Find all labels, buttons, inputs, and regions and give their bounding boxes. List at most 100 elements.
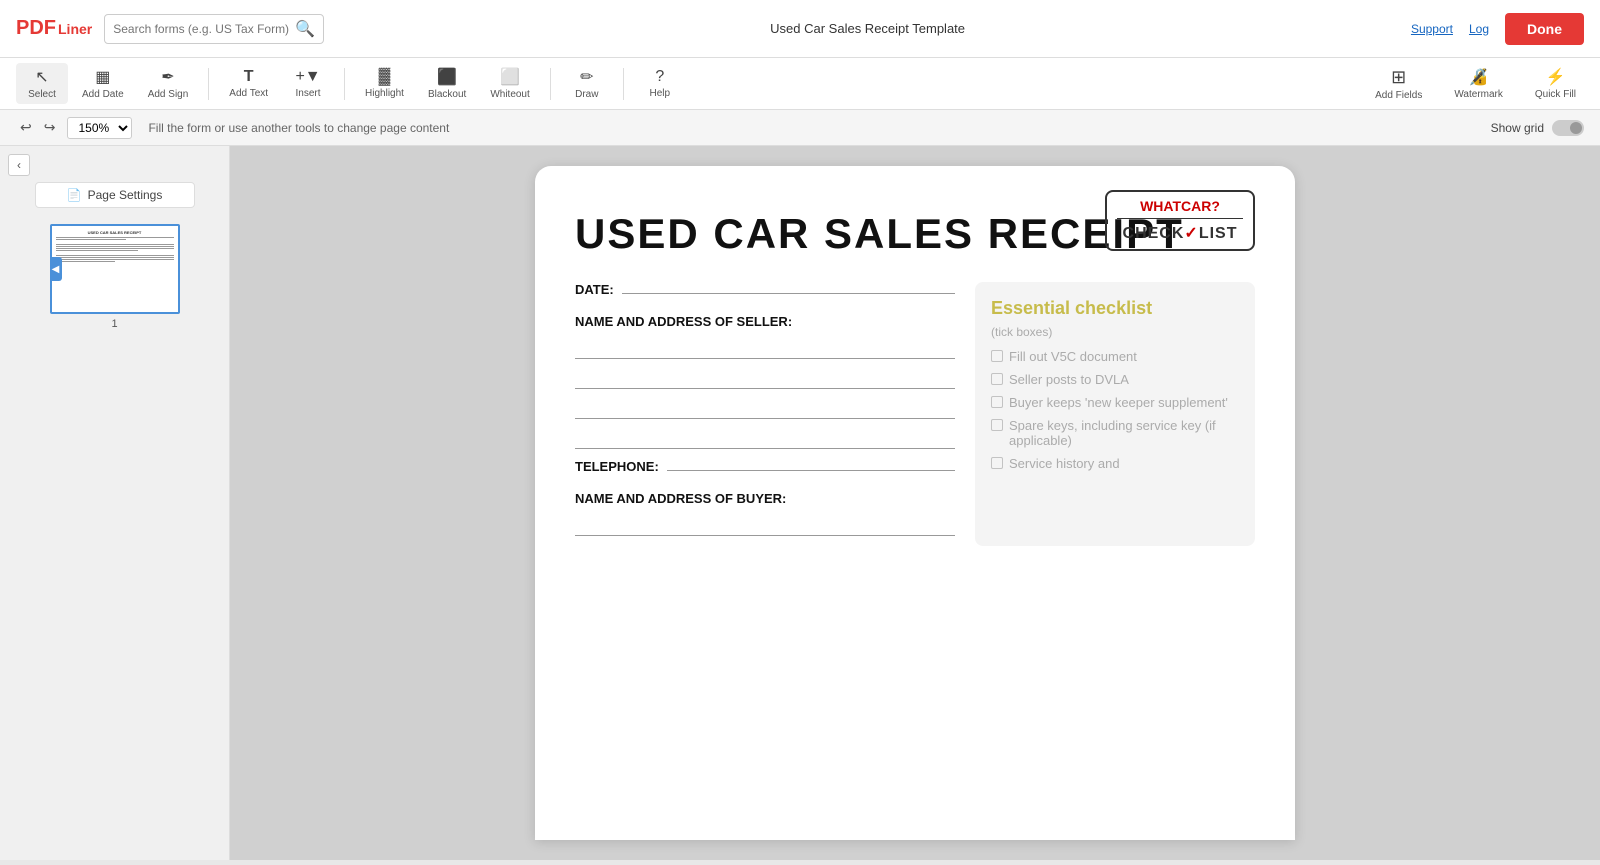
doc-body: Date: NAME AND ADDRESS OF SELLER: Telep [575,282,1255,546]
checklist-item-4-text: Spare keys, including service key (if ap… [1009,418,1239,448]
whatcar-bottom: CHECK✓LIST [1117,218,1243,243]
telephone-line [667,470,955,471]
support-link[interactable]: Support [1411,22,1453,36]
done-button[interactable]: Done [1505,13,1584,45]
checklist-title: Essential checklist [991,298,1239,319]
doc-page: WHATCAR? CHECK✓LIST USED CAR SALES RECEI… [535,166,1295,840]
buyer-line-1 [575,516,955,536]
tool-quick-fill-label: Quick Fill [1535,89,1576,100]
telephone-field-row: Telephone: [575,459,955,474]
checklist-item-4: Spare keys, including service key (if ap… [991,418,1239,448]
tool-blackout[interactable]: ⬛ Blackout [418,63,476,104]
seller-line-4 [575,429,955,449]
date-field-row: Date: [575,282,955,297]
toolbar: ↖ Select ▦ Add Date ✒ Add Sign T Add Tex… [0,58,1600,110]
cursor-icon: ↖ [35,67,48,87]
doc-left: Date: NAME AND ADDRESS OF SELLER: Telep [575,282,975,546]
search-box[interactable]: 🔍 [104,14,324,44]
page-number: 1 [111,318,117,330]
tool-add-date[interactable]: ▦ Add Date [72,63,134,104]
buyer-section: NAME AND ADDRESS OF BUYER: [575,490,955,508]
zoom-select[interactable]: 150% 100% 75% 50% [67,117,132,139]
topbar: PDF Liner 🔍 Used Car Sales Receipt Templ… [0,0,1600,58]
page-settings-tab[interactable]: 📄 Page Settings [35,182,195,208]
tool-draw-label: Draw [575,89,598,100]
text-icon: T [244,68,254,86]
checklist-item-5-text: Service history and [1009,456,1120,471]
tool-select[interactable]: ↖ Select [16,63,68,104]
checkbox-1 [991,350,1003,362]
tool-add-text[interactable]: T Add Text [219,64,278,103]
tool-select-label: Select [28,89,56,100]
logo: PDF Liner [16,17,92,40]
hint-text: Fill the form or use another tools to ch… [148,121,449,135]
show-grid-label: Show grid [1491,121,1544,135]
sidebar-arrow[interactable]: ◀ [50,257,62,281]
tool-highlight[interactable]: ▓ Highlight [355,64,414,103]
blackout-icon: ⬛ [437,67,457,87]
page-thumbnail[interactable]: USED CAR SALES RECEIPT [50,224,180,314]
undo-button[interactable]: ↩ [16,117,36,138]
watermark-icon: 🔏 [1469,67,1489,87]
tool-whiteout-label: Whiteout [490,89,529,100]
draw-icon: ✏ [580,67,593,87]
checklist-subtitle: (tick boxes) [991,325,1239,339]
date-line [622,293,955,294]
page-settings-icon: 📄 [67,188,82,202]
tool-draw[interactable]: ✏ Draw [561,63,613,104]
checklist-panel: Essential checklist (tick boxes) Fill ou… [975,282,1255,546]
checklist-item-1-text: Fill out V5C document [1009,349,1137,364]
tool-watermark[interactable]: 🔏 Watermark [1446,63,1511,104]
checklist-item-2-text: Seller posts to DVLA [1009,372,1129,387]
tool-insert-label: Insert [296,88,321,99]
tool-blackout-label: Blackout [428,89,466,100]
checklist-item-3: Buyer keeps 'new keeper supplement' [991,395,1239,410]
grid-toggle[interactable] [1552,120,1584,136]
checklist-item-1: Fill out V5C document [991,349,1239,364]
toolbar-separator-3 [550,68,551,100]
main: ‹ 📄 Page Settings USED CAR SALES RECEIPT [0,146,1600,860]
tool-whiteout[interactable]: ⬜ Whiteout [480,63,539,104]
insert-icon: +▼ [295,68,320,86]
sidebar: ‹ 📄 Page Settings USED CAR SALES RECEIPT [0,146,230,860]
whatcar-logo: WHATCAR? CHECK✓LIST [1105,190,1255,251]
checklist-item-5: Service history and [991,456,1239,471]
toggle-knob [1570,122,1582,134]
doc-title: Used Car Sales Receipt Template [336,21,1399,36]
tool-add-sign-label: Add Sign [148,89,189,100]
telephone-label: Telephone: [575,459,659,474]
search-icon: 🔍 [295,19,315,39]
tool-add-fields[interactable]: ⊞ Add Fields [1367,63,1430,105]
sidebar-collapse-button[interactable]: ‹ [8,154,30,176]
tool-help-label: Help [649,88,670,99]
search-input[interactable] [113,22,289,36]
tool-insert[interactable]: +▼ Insert [282,64,334,103]
doc-area[interactable]: WHATCAR? CHECK✓LIST USED CAR SALES RECEI… [230,146,1600,860]
page-thumbnail-container: USED CAR SALES RECEIPT ◀ [50,224,180,314]
tool-help[interactable]: ? Help [634,64,686,103]
checkbox-3 [991,396,1003,408]
quick-fill-icon: ⚡ [1545,67,1565,87]
seller-line-3 [575,399,955,419]
whiteout-icon: ⬜ [500,67,520,87]
checkbox-5 [991,457,1003,469]
log-link[interactable]: Log [1469,22,1489,36]
add-fields-icon: ⊞ [1391,67,1406,88]
redo-button[interactable]: ↪ [40,117,60,138]
seller-line-1 [575,339,955,359]
seller-section: NAME AND ADDRESS OF SELLER: [575,313,955,331]
logo-liner: Liner [58,21,92,37]
logo-pdf: PDF [16,17,56,40]
tool-quick-fill[interactable]: ⚡ Quick Fill [1527,63,1584,104]
tool-add-sign[interactable]: ✒ Add Sign [138,63,199,104]
seller-label: NAME AND ADDRESS OF SELLER: [575,314,792,329]
date-label: Date: [575,282,614,297]
toolbar-separator-4 [623,68,624,100]
checkbox-2 [991,373,1003,385]
toolbar-separator-1 [208,68,209,100]
checkbox-4 [991,419,1003,431]
tool-add-fields-label: Add Fields [1375,90,1422,101]
tool-add-text-label: Add Text [229,88,268,99]
pen-icon: ✒ [161,67,174,87]
thumb-content: USED CAR SALES RECEIPT [52,226,178,267]
